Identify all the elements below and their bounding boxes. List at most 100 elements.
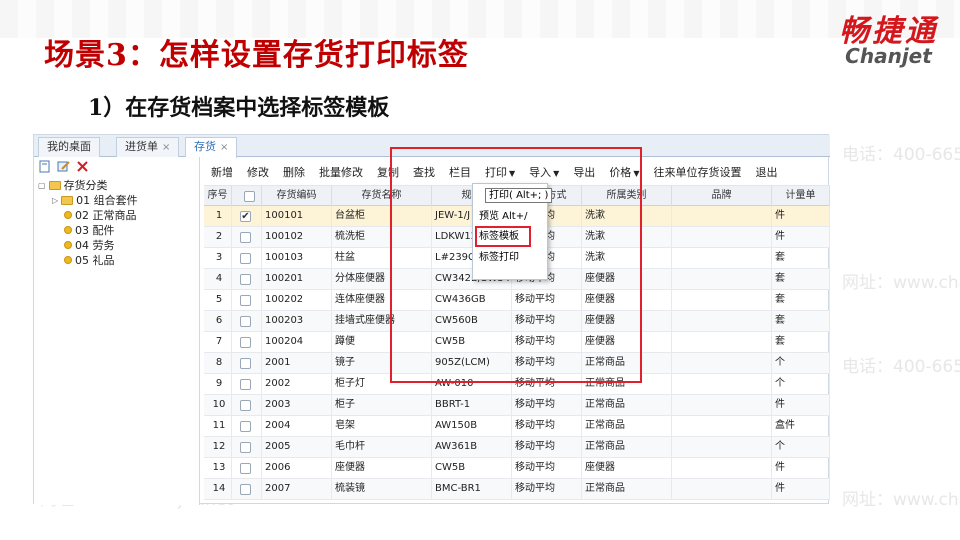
row-checkbox-cell[interactable] [232,458,262,479]
checkbox[interactable] [240,442,251,453]
tree-item[interactable]: 03 配件 [64,222,115,238]
leaf-icon [64,241,72,249]
tree-item-label: 04 劳务 [75,239,115,252]
close-icon[interactable]: × [162,142,170,153]
watermark: 网址：www.chanjet.net [842,490,960,510]
table-cell: 正常商品 [582,395,672,416]
table-cell [672,374,772,395]
table-cell: 13 [204,458,232,479]
collapse-icon[interactable]: ▢ [38,181,46,190]
row-checkbox-cell[interactable] [232,479,262,500]
table-row[interactable]: 12 2005 毛巾杆 AW361B 移动平均 正常商品 个 [204,437,830,458]
table-row[interactable]: 13 2006 座便器 CW5B 移动平均 座便器件 [204,458,830,479]
row-checkbox-cell[interactable] [232,227,262,248]
table-cell: 7 [204,332,232,353]
table-cell: 移动平均 [512,458,582,479]
checkbox[interactable] [243,191,255,202]
row-checkbox-cell[interactable] [232,416,262,437]
table-cell: 5 [204,290,232,311]
edit-icon[interactable] [57,160,70,173]
tree-root[interactable]: ▢ 存货分类 [38,177,108,193]
row-checkbox-cell[interactable] [232,290,262,311]
tab-inventory[interactable]: 存货 × [185,137,238,158]
table-cell: 100204 [262,332,332,353]
table-cell: 件 [772,395,830,416]
table-cell: 柜子 [332,395,432,416]
table-cell: 2004 [262,416,332,437]
table-cell [672,227,772,248]
batch-modify-button[interactable]: 批量修改 [312,164,370,180]
checkbox[interactable] [240,316,251,327]
table-cell [672,437,772,458]
table-cell: AW150B [432,416,512,437]
table-cell: 2001 [262,353,332,374]
table-cell: 件 [772,479,830,500]
table-cell: 2003 [262,395,332,416]
add-button[interactable]: 新增 [204,164,240,180]
column-header[interactable]: 计量单 [772,186,830,207]
tab-desktop[interactable]: 我的桌面 [38,137,100,157]
table-cell: 100203 [262,311,332,332]
modify-button[interactable]: 修改 [240,164,276,180]
table-cell: 正常商品 [582,416,672,437]
tab-purchase[interactable]: 进货单 × [116,137,180,157]
table-cell: 100201 [262,269,332,290]
close-icon[interactable]: × [220,142,228,153]
column-header[interactable]: 品牌 [672,186,772,207]
row-checkbox-cell[interactable] [232,311,262,332]
logo-english: Chanjet [845,44,932,68]
row-checkbox-cell[interactable]: ✔ [232,206,262,227]
row-checkbox-cell[interactable] [232,269,262,290]
new-doc-icon[interactable] [38,160,51,173]
checkbox[interactable] [240,274,251,285]
tree-item[interactable]: 02 正常商品 [64,207,137,223]
table-cell: 座便器 [332,458,432,479]
tree-item[interactable]: ▷ 01 组合套件 [52,192,138,208]
checkbox[interactable] [240,400,251,411]
row-checkbox-cell[interactable] [232,332,262,353]
row-checkbox-cell[interactable] [232,395,262,416]
column-header[interactable]: 序号 [204,186,232,207]
exit-button[interactable]: 退出 [748,164,784,180]
select-all-checkbox[interactable] [232,186,262,207]
tree-item[interactable]: 05 礼品 [64,252,115,268]
checkbox[interactable]: ✔ [240,211,251,222]
table-cell: 盒件 [772,416,830,437]
table-cell: 件 [772,458,830,479]
row-checkbox-cell[interactable] [232,353,262,374]
row-checkbox-cell[interactable] [232,248,262,269]
delete-icon[interactable] [76,160,89,173]
checkbox[interactable] [240,484,251,495]
partner-settings-button[interactable]: 往来单位存货设置 [646,164,748,180]
checkbox[interactable] [240,421,251,432]
column-header[interactable]: 存货编码 [262,186,332,207]
row-checkbox-cell[interactable] [232,374,262,395]
tree-item[interactable]: 04 劳务 [64,237,115,253]
table-cell: 1 [204,206,232,227]
table-cell: 毛巾杆 [332,437,432,458]
watermark: 电话：400-665-0028 [842,357,960,377]
table-cell: 2005 [262,437,332,458]
checkbox[interactable] [240,337,251,348]
table-cell: 个 [772,374,830,395]
checkbox[interactable] [240,232,251,243]
checkbox[interactable] [240,463,251,474]
table-cell: 6 [204,311,232,332]
expand-icon[interactable]: ▷ [52,196,58,205]
table-cell: 2006 [262,458,332,479]
table-cell: BBRT-1 [432,395,512,416]
checkbox[interactable] [240,379,251,390]
slide-title: 场景3：怎样设置存货打印标签 [44,38,469,73]
table-cell [672,290,772,311]
table-cell: 移动平均 [512,437,582,458]
table-row[interactable]: 11 2004 皂架 AW150B 移动平均 正常商品 盒件 [204,416,830,437]
delete-button[interactable]: 删除 [276,164,312,180]
table-cell [672,248,772,269]
checkbox[interactable] [240,295,251,306]
checkbox[interactable] [240,253,251,264]
table-row[interactable]: 10 2003 柜子 BBRT-1 移动平均 正常商品 件 [204,395,830,416]
table-cell: BMC-BR1 [432,479,512,500]
row-checkbox-cell[interactable] [232,437,262,458]
table-row[interactable]: 14 2007 梳装镜 BMC-BR1 移动平均 正常商品 件 [204,479,830,500]
checkbox[interactable] [240,358,251,369]
